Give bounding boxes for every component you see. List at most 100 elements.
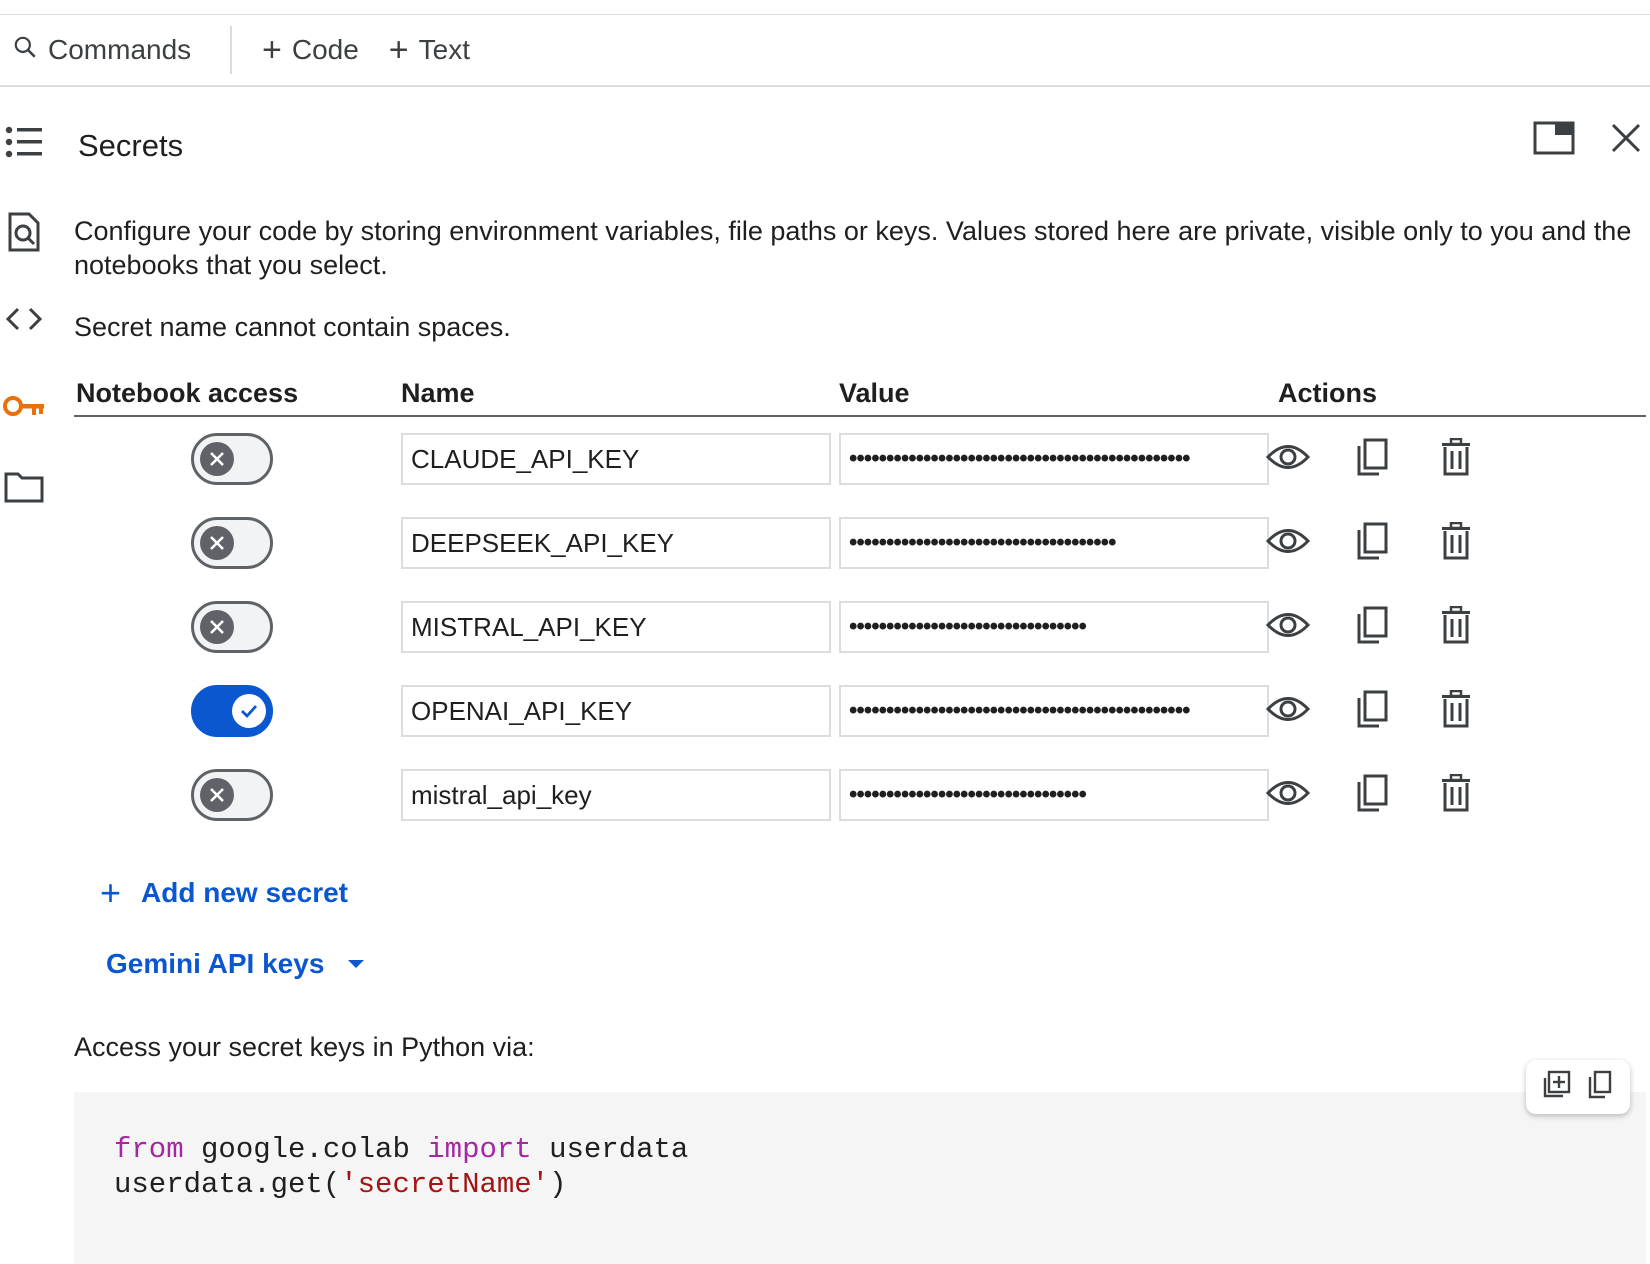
code-token: userdata xyxy=(531,1133,689,1166)
secret-value-field[interactable]: ••••••••••••••••••••••••••••••••••••••••… xyxy=(839,685,1269,737)
copy-value-button[interactable] xyxy=(1346,601,1398,653)
close-icon xyxy=(200,610,234,644)
show-value-button[interactable] xyxy=(1262,517,1314,569)
table-row: MISTRAL_API_KEY ••••••••••••••••••••••••… xyxy=(0,601,1650,655)
show-value-button[interactable] xyxy=(1262,601,1314,653)
notebook-access-toggle[interactable] xyxy=(191,517,273,569)
panel-title: Secrets xyxy=(78,128,184,163)
code-string: 'secretName' xyxy=(340,1168,550,1201)
copy-icon xyxy=(1355,605,1389,650)
copy-value-button[interactable] xyxy=(1346,433,1398,485)
close-icon xyxy=(200,442,234,476)
copy-value-button[interactable] xyxy=(1346,685,1398,737)
header-notebook-access: Notebook access xyxy=(76,378,299,408)
eye-icon xyxy=(1265,610,1311,645)
delete-secret-button[interactable] xyxy=(1430,517,1482,569)
close-panel-button[interactable] xyxy=(1602,116,1650,164)
add-to-notebook-icon xyxy=(1541,1070,1571,1105)
check-icon xyxy=(232,694,266,728)
code-token: userdata.get( xyxy=(114,1168,341,1201)
add-new-secret-label: Add new secret xyxy=(141,877,348,908)
plus-icon: + xyxy=(388,30,409,69)
copy-code-button[interactable] xyxy=(1582,1069,1618,1105)
trash-icon xyxy=(1440,605,1472,649)
show-value-button[interactable] xyxy=(1262,769,1314,821)
panel-description: Configure your code by storing environme… xyxy=(74,216,1632,280)
access-instructions: Access your secret keys in Python via: xyxy=(74,1032,535,1062)
commands-button[interactable]: Commands xyxy=(0,14,230,86)
eye-icon xyxy=(1265,442,1311,477)
copy-value-button[interactable] xyxy=(1346,517,1398,569)
add-text-button[interactable]: + Text xyxy=(389,14,470,86)
code-keyword: from xyxy=(114,1133,184,1166)
header-name: Name xyxy=(401,378,475,408)
eye-icon xyxy=(1265,526,1311,561)
add-code-label: Code xyxy=(291,34,359,65)
show-value-button[interactable] xyxy=(1262,685,1314,737)
secret-value-field[interactable]: •••••••••••••••••••••••••••••••• xyxy=(839,769,1269,821)
secret-name-field[interactable]: CLAUDE_API_KEY xyxy=(401,433,831,485)
code-snippets-icon[interactable] xyxy=(2,297,46,341)
secret-value-field[interactable]: •••••••••••••••••••••••••••••••• xyxy=(839,601,1269,653)
secret-name-field[interactable]: OPENAI_API_KEY xyxy=(401,685,831,737)
show-value-button[interactable] xyxy=(1262,433,1314,485)
header-actions: Actions xyxy=(1278,378,1378,408)
trash-icon xyxy=(1440,521,1472,565)
gemini-api-keys-label: Gemini API keys xyxy=(106,948,325,979)
secret-name-field[interactable]: DEEPSEEK_API_KEY xyxy=(401,517,831,569)
delete-secret-button[interactable] xyxy=(1430,769,1482,821)
secret-name-note: Secret name cannot contain spaces. xyxy=(74,312,511,342)
delete-secret-button[interactable] xyxy=(1430,601,1482,653)
code-snippet: from google.colab import userdata userda… xyxy=(74,1092,1646,1264)
copy-icon xyxy=(1587,1070,1613,1105)
copy-icon xyxy=(1355,437,1389,482)
add-code-button[interactable]: + Code xyxy=(262,14,359,86)
open-in-tab-icon xyxy=(1533,121,1575,160)
trash-icon xyxy=(1440,773,1472,817)
notebook-access-toggle[interactable] xyxy=(191,769,273,821)
plus-icon: + xyxy=(100,872,122,913)
table-row: mistral_api_key ••••••••••••••••••••••••… xyxy=(0,769,1650,823)
notebook-access-toggle[interactable] xyxy=(191,433,273,485)
close-icon xyxy=(200,778,234,812)
table-row: OPENAI_API_KEY •••••••••••••••••••••••••… xyxy=(0,685,1650,739)
delete-secret-button[interactable] xyxy=(1430,433,1482,485)
plus-icon: + xyxy=(262,30,282,69)
delete-secret-button[interactable] xyxy=(1430,685,1482,737)
toolbar-separator xyxy=(230,26,232,74)
copy-icon xyxy=(1355,689,1389,734)
insert-code-button[interactable] xyxy=(1538,1069,1574,1105)
code-text: from google.colab import userdata userda… xyxy=(114,1132,688,1202)
secret-name-field[interactable]: mistral_api_key xyxy=(401,769,831,821)
notebook-access-toggle[interactable] xyxy=(191,601,273,653)
secret-value-field[interactable]: ••••••••••••••••••••••••••••••••••••••••… xyxy=(839,433,1269,485)
code-keyword: import xyxy=(427,1133,532,1166)
add-text-label: Text xyxy=(418,34,471,65)
close-icon xyxy=(200,526,234,560)
search-icon xyxy=(12,34,48,67)
key-icon[interactable] xyxy=(2,384,46,428)
copy-value-button[interactable] xyxy=(1346,769,1398,821)
notebook-access-toggle[interactable] xyxy=(191,685,273,737)
table-row: DEEPSEEK_API_KEY •••••••••••••••••••••••… xyxy=(0,517,1650,571)
eye-icon xyxy=(1265,694,1311,729)
header-value: Value xyxy=(839,378,910,408)
secret-name-field[interactable]: MISTRAL_API_KEY xyxy=(401,601,831,653)
code-token: ) xyxy=(549,1168,567,1201)
table-row: CLAUDE_API_KEY •••••••••••••••••••••••••… xyxy=(0,433,1650,487)
find-in-notebook-icon[interactable] xyxy=(2,210,46,254)
code-snippet-toolbar xyxy=(1526,1060,1630,1114)
table-of-contents-icon[interactable] xyxy=(2,120,46,164)
secrets-table-header: Notebook access Name Value Actions xyxy=(74,375,1646,417)
add-new-secret-button[interactable]: + Add new secret xyxy=(100,872,348,914)
open-in-tab-button[interactable] xyxy=(1530,116,1578,164)
commands-label: Commands xyxy=(48,34,192,65)
eye-icon xyxy=(1265,778,1311,813)
trash-icon xyxy=(1440,689,1472,733)
gemini-api-keys-dropdown[interactable]: Gemini API keys xyxy=(106,948,365,980)
copy-icon xyxy=(1355,773,1389,818)
toolbar: Commands + Code + Text xyxy=(0,15,1650,87)
close-icon xyxy=(1610,122,1642,159)
copy-icon xyxy=(1355,521,1389,566)
secret-value-field[interactable]: •••••••••••••••••••••••••••••••••••• xyxy=(839,517,1269,569)
